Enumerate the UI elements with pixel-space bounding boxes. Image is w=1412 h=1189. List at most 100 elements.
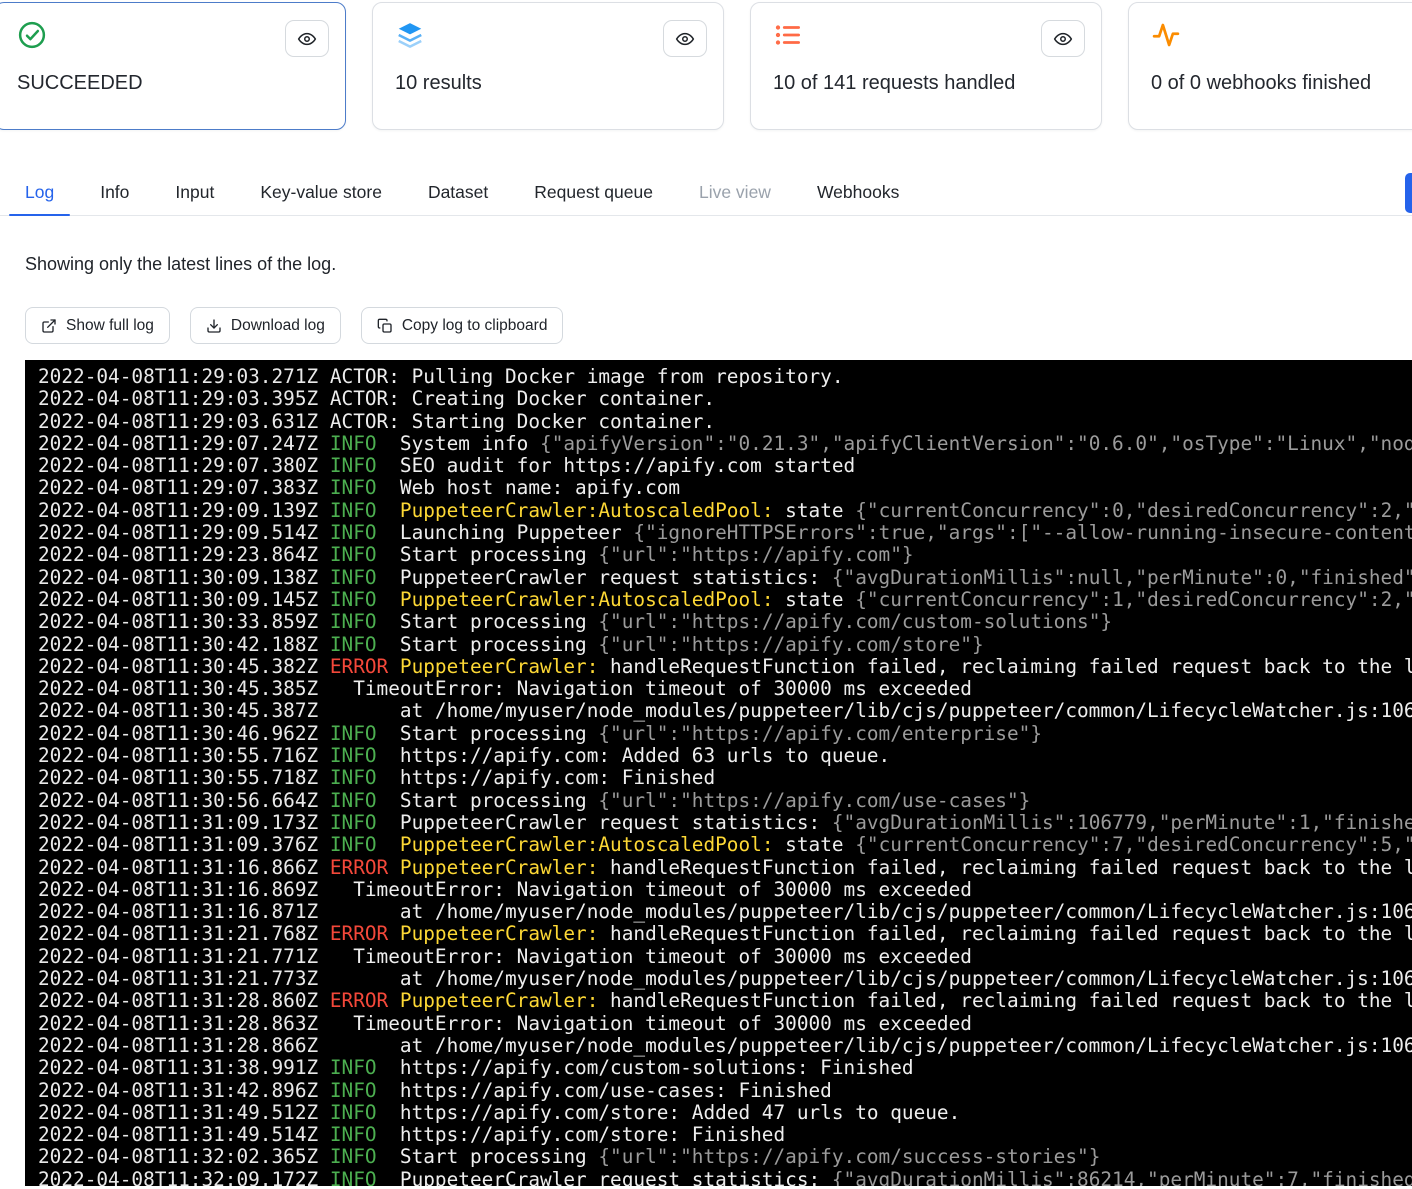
log-timestamp: 2022-04-08T11:29:03.395Z (38, 387, 318, 410)
log-timestamp: 2022-04-08T11:30:09.138Z (38, 566, 318, 589)
tab-input[interactable]: Input (159, 170, 230, 215)
status-card[interactable]: 10 results (372, 2, 724, 130)
log-line: 2022-04-08T11:30:09.145Z INFO PuppeteerC… (38, 589, 1412, 611)
log-timestamp: 2022-04-08T11:31:09.173Z (38, 811, 318, 834)
log-timestamp: 2022-04-08T11:31:21.768Z (38, 922, 318, 945)
log-segment-dim: {"avgDurationMillis":86214,"perMinute":7… (832, 1168, 1412, 1186)
status-card[interactable]: SUCCEEDED (0, 2, 346, 130)
log-timestamp: 2022-04-08T11:32:02.365Z (38, 1145, 318, 1168)
log-segment-plain: TimeoutError: Navigation timeout of 3000… (318, 878, 972, 901)
log-line: 2022-04-08T11:31:16.871Z at /home/myuser… (38, 901, 1412, 923)
tab-webhooks[interactable]: Webhooks (801, 170, 915, 215)
log-segment-info: INFO (318, 789, 376, 812)
log-timestamp: 2022-04-08T11:31:28.863Z (38, 1012, 318, 1035)
copy-icon (377, 318, 393, 334)
log-segment-dim: {"url":"https://apify.com"} (598, 543, 913, 566)
log-segment-plain (377, 588, 400, 611)
log-segment-error: ERROR (318, 989, 388, 1012)
log-timestamp: 2022-04-08T11:31:16.871Z (38, 900, 318, 923)
check-circle-icon (17, 20, 47, 50)
log-timestamp: 2022-04-08T11:31:49.514Z (38, 1123, 318, 1146)
log-segment-plain: handleRequestFunction failed, reclaiming… (598, 856, 1412, 879)
log-line: 2022-04-08T11:32:02.365Z INFO Start proc… (38, 1146, 1412, 1168)
log-segment-plain: handleRequestFunction failed, reclaiming… (598, 989, 1412, 1012)
log-segment-dim: {"url":"https://apify.com/custom-solutio… (598, 610, 1112, 633)
log-segment-info: INFO (318, 1056, 376, 1079)
status-card[interactable]: 0 of 0 webhooks finished (1128, 2, 1412, 130)
tab-key-value-store[interactable]: Key-value store (244, 170, 398, 215)
layers-icon (395, 20, 425, 50)
tab-info[interactable]: Info (84, 170, 145, 215)
log-line: 2022-04-08T11:30:56.664Z INFO Start proc… (38, 790, 1412, 812)
log-segment-plain: PuppeteerCrawler request statistics: (377, 811, 832, 834)
log-segment-plain: handleRequestFunction failed, reclaiming… (598, 922, 1412, 945)
log-line: 2022-04-08T11:29:09.139Z INFO PuppeteerC… (38, 500, 1412, 522)
tab-log[interactable]: Log (9, 170, 70, 215)
button-label: Download log (231, 317, 325, 335)
log-segment-info: INFO (318, 566, 376, 589)
eye-button[interactable] (285, 20, 329, 57)
log-timestamp: 2022-04-08T11:31:21.771Z (38, 945, 318, 968)
tab-list: Log Info Input Key-value store Dataset Reques… (9, 170, 929, 215)
log-timestamp: 2022-04-08T11:31:49.512Z (38, 1101, 318, 1124)
log-line: 2022-04-08T11:30:55.716Z INFO https://ap… (38, 745, 1412, 767)
log-line: 2022-04-08T11:31:42.896Z INFO https://ap… (38, 1080, 1412, 1102)
tab-request-queue[interactable]: Request queue (518, 170, 669, 215)
log-segment-plain: at /home/myuser/node_modules/puppeteer/l… (318, 967, 1412, 990)
actor-run-page: SUCCEEDED 10 results 10 of 141 requests ha… (0, 0, 1412, 1189)
log-timestamp: 2022-04-08T11:30:46.962Z (38, 722, 318, 745)
log-segment-hl: PuppeteerCrawler: (388, 856, 598, 879)
log-line: 2022-04-08T11:31:09.173Z INFO PuppeteerC… (38, 812, 1412, 834)
eye-icon (297, 29, 317, 49)
log-segment-info: INFO (318, 633, 376, 656)
log-line: 2022-04-08T11:29:03.395Z ACTOR: Creating… (38, 388, 1412, 410)
log-line: 2022-04-08T11:31:21.773Z at /home/myuser… (38, 968, 1412, 990)
log-segment-plain: Start processing (377, 633, 599, 656)
log-segment-plain: ACTOR: Pulling Docker image from reposit… (318, 365, 843, 388)
copy-log-to-clipboard-button[interactable]: Copy log to clipboard (361, 307, 564, 344)
card-label: SUCCEEDED (17, 72, 329, 95)
eye-icon (1053, 29, 1073, 49)
log-terminal[interactable]: 2022-04-08T11:29:03.271Z ACTOR: Pulling … (25, 360, 1412, 1186)
log-segment-plain: System info (377, 432, 540, 455)
card-label: 0 of 0 webhooks finished (1151, 72, 1412, 95)
download-log-button[interactable]: Download log (190, 307, 341, 344)
log-timestamp: 2022-04-08T11:32:09.172Z (38, 1168, 318, 1186)
log-segment-info: INFO (318, 454, 376, 477)
log-line: 2022-04-08T11:30:42.188Z INFO Start proc… (38, 634, 1412, 656)
show-full-log-button[interactable]: Show full log (25, 307, 170, 344)
log-line: 2022-04-08T11:31:28.863Z TimeoutError: N… (38, 1013, 1412, 1035)
log-timestamp: 2022-04-08T11:29:03.271Z (38, 365, 318, 388)
webhook-pulse-icon (1151, 20, 1181, 50)
log-line: 2022-04-08T11:29:07.247Z INFO System inf… (38, 433, 1412, 455)
log-segment-hl: PuppeteerCrawler: (388, 922, 598, 945)
log-segment-plain: https://apify.com/custom-solutions: Fini… (377, 1056, 914, 1079)
log-segment-plain: PuppeteerCrawler request statistics: (377, 566, 832, 589)
log-segment-plain (377, 499, 400, 522)
log-segment-plain: https://apify.com: Added 63 urls to queu… (377, 744, 891, 767)
log-segment-dim: {"apifyVersion":"0.21.3","apifyClientVer… (540, 432, 1412, 455)
log-timestamp: 2022-04-08T11:29:07.247Z (38, 432, 318, 455)
log-line: 2022-04-08T11:29:23.864Z INFO Start proc… (38, 544, 1412, 566)
log-line: 2022-04-08T11:30:09.138Z INFO PuppeteerC… (38, 567, 1412, 589)
card-label: 10 results (395, 72, 707, 95)
status-card[interactable]: 10 of 141 requests handled (750, 2, 1102, 130)
log-timestamp: 2022-04-08T11:30:33.859Z (38, 610, 318, 633)
log-segment-plain: TimeoutError: Navigation timeout of 3000… (318, 945, 972, 968)
eye-button[interactable] (1041, 20, 1085, 57)
tab-dataset[interactable]: Dataset (412, 170, 504, 215)
log-line: 2022-04-08T11:30:45.385Z TimeoutError: N… (38, 678, 1412, 700)
log-segment-info: INFO (318, 1145, 376, 1168)
log-timestamp: 2022-04-08T11:30:45.385Z (38, 677, 318, 700)
log-timestamp: 2022-04-08T11:31:21.773Z (38, 967, 318, 990)
primary-button-partial[interactable] (1405, 173, 1412, 213)
log-line: 2022-04-08T11:29:07.380Z INFO SEO audit … (38, 455, 1412, 477)
eye-button[interactable] (663, 20, 707, 57)
log-line: 2022-04-08T11:31:49.512Z INFO https://ap… (38, 1102, 1412, 1124)
log-segment-plain: https://apify.com/store: Added 47 urls t… (377, 1101, 961, 1124)
status-cards: SUCCEEDED 10 results 10 of 141 requests ha… (0, 2, 1412, 130)
tab-bar: Log Info Input Key-value store Dataset Reques… (0, 170, 1412, 216)
log-timestamp: 2022-04-08T11:30:09.145Z (38, 588, 318, 611)
log-line: 2022-04-08T11:29:07.383Z INFO Web host n… (38, 477, 1412, 499)
log-timestamp: 2022-04-08T11:31:16.869Z (38, 878, 318, 901)
